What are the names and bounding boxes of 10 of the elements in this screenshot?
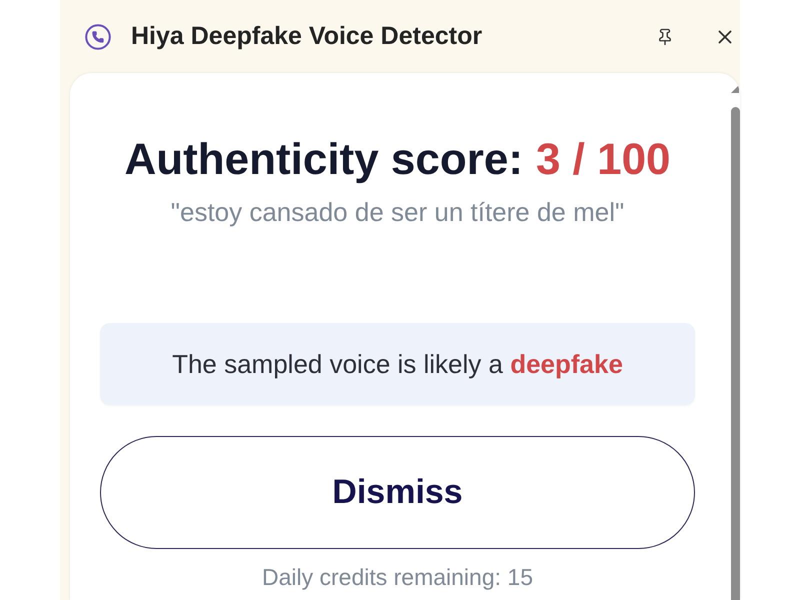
phone-circle-icon <box>85 24 111 50</box>
transcript-quote: "estoy cansado de ser un títere de mel" <box>170 197 624 227</box>
scroll-up-arrow-icon[interactable] <box>731 85 739 93</box>
credits-text: Daily credits remaining: 15 <box>262 564 533 590</box>
score-value: 3 / 100 <box>536 135 671 185</box>
score-label: Authenticity score: <box>124 135 523 185</box>
verdict-text: The sampled voice is likely a deepfake <box>172 348 623 380</box>
scrollbar-thumb[interactable] <box>730 107 740 600</box>
window-title: Hiya Deepfake Voice Detector <box>131 20 482 52</box>
dismiss-button[interactable]: Dismiss <box>100 436 695 549</box>
